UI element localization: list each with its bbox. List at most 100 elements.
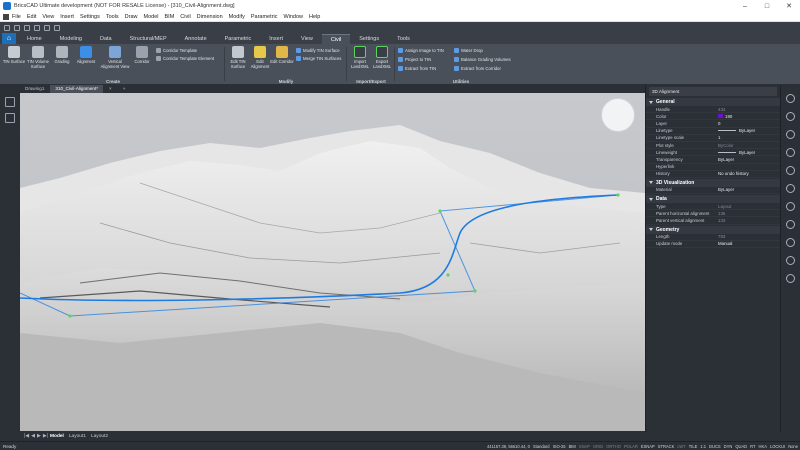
lightbulb-icon[interactable] — [786, 94, 795, 103]
menu-window[interactable]: Window — [283, 14, 303, 20]
status-toggle-snap[interactable]: SNAP — [579, 444, 590, 449]
status-toggle-standard[interactable]: Standard — [533, 444, 550, 449]
corridor-template-element-button[interactable]: Corridor Template Element — [156, 56, 214, 61]
doc-tab-civil-alignment[interactable]: 310_Civil-Alignment* — [50, 85, 104, 93]
property-row-parent-horizontal-alignment[interactable]: Parent horizontal alignment 136 — [646, 210, 780, 218]
edit-tin-surface-button[interactable]: Edit TIN Surface — [226, 46, 250, 69]
tab-civil[interactable]: Civil — [321, 34, 351, 44]
model-viewport[interactable] — [20, 93, 645, 431]
corridor-button[interactable]: Corridor — [130, 46, 154, 64]
tin-surface-button[interactable]: TIN Surface — [2, 46, 26, 64]
new-doc-tab-icon[interactable]: + — [118, 85, 131, 93]
tab-insert[interactable]: Insert — [260, 34, 292, 44]
merge-tin-surfaces-button[interactable]: Merge TIN Surfaces — [296, 56, 341, 61]
tab-annotate[interactable]: Annotate — [176, 34, 216, 44]
grading-button[interactable]: Grading — [50, 46, 74, 64]
save-icon[interactable] — [24, 24, 30, 31]
edit-corridor-button[interactable]: Edit Corridor — [270, 46, 294, 64]
status-toggle-hka[interactable]: HKA — [759, 444, 767, 449]
navigation-wheel[interactable] — [601, 98, 635, 132]
property-row-handle[interactable]: Handle 434 — [646, 106, 780, 114]
menu-edit[interactable]: Edit — [27, 14, 36, 20]
tab-modeling[interactable]: Modeling — [51, 34, 91, 44]
undo-icon[interactable] — [44, 24, 50, 31]
structure-icon[interactable] — [786, 130, 795, 139]
maximize-icon[interactable]: □ — [756, 0, 778, 12]
alignment-vertex[interactable] — [473, 289, 477, 293]
status-toggle-grid[interactable]: GRID — [593, 444, 603, 449]
mechanical-icon[interactable] — [786, 148, 795, 157]
menu-bim[interactable]: BIM — [165, 14, 175, 20]
property-row-linetype[interactable]: Linetype ByLayer — [646, 128, 780, 135]
tab-data[interactable]: Data — [91, 34, 121, 44]
property-row-layer[interactable]: Layer 0 — [646, 120, 780, 128]
status-toggle-1-1[interactable]: 1:1 — [700, 444, 706, 449]
property-row-hyperlink[interactable]: Hyperlink — [646, 164, 780, 171]
layout-tab-layout2[interactable]: Layout2 — [91, 434, 108, 439]
property-row-parent-vertical-alignment[interactable]: Parent vertical alignment 133 — [646, 217, 780, 225]
status-toggle-bim[interactable]: BIM — [569, 444, 576, 449]
grid-icon[interactable] — [786, 166, 795, 175]
alignment-vertex[interactable] — [68, 314, 72, 318]
alignment-button[interactable]: Alignment — [74, 46, 98, 64]
layers-stack-icon[interactable] — [786, 202, 795, 211]
menu-dimension[interactable]: Dimension — [197, 14, 223, 20]
menu-view[interactable]: View — [42, 14, 54, 20]
tab-view[interactable]: View — [292, 34, 322, 44]
alignment-vertex[interactable] — [438, 209, 442, 213]
menu-draw[interactable]: Draw — [125, 14, 138, 20]
alignment-vertex[interactable] — [446, 273, 450, 277]
properties-icon[interactable] — [786, 112, 795, 121]
status-toggle-none[interactable]: None — [788, 444, 798, 449]
minimize-icon[interactable]: – — [734, 0, 756, 12]
property-row-transparency[interactable]: Transparency ByLayer — [646, 156, 780, 164]
status-toggle-strack[interactable]: STRACK — [658, 444, 675, 449]
menu-parametric[interactable]: Parametric — [251, 14, 278, 20]
close-doc-tab-icon[interactable]: × — [104, 85, 117, 93]
edit-alignment-button[interactable]: Edit Alignment — [248, 46, 272, 69]
new-icon[interactable] — [4, 24, 10, 31]
tab-tools[interactable]: Tools — [388, 34, 419, 44]
status-toggle-dyn[interactable]: DYN — [724, 444, 733, 449]
property-row-color[interactable]: Color 190 — [646, 113, 780, 121]
last-layout-icon[interactable]: ▶| — [43, 433, 48, 439]
selection-dropdown[interactable]: 3D Alignment — [649, 87, 777, 96]
tips-icon[interactable] — [786, 256, 795, 265]
status-toggle-tile[interactable]: TILE — [689, 444, 698, 449]
library-icon[interactable] — [786, 238, 795, 247]
water-drop-button[interactable]: Water Drop — [454, 48, 483, 53]
layout-tab-layout1[interactable]: Layout1 — [69, 434, 86, 439]
first-layout-icon[interactable]: |◀ — [24, 433, 29, 439]
property-row-lineweight[interactable]: Lineweight ByLayer — [646, 149, 780, 157]
status-toggle-lockui[interactable]: LOCKUI — [770, 444, 785, 449]
property-row-linetype-scale[interactable]: Linetype scale 1 — [646, 135, 780, 142]
property-row-plot-style[interactable]: Plot style ByColor — [646, 142, 780, 150]
status-toggle-ducs[interactable]: DUCS — [709, 444, 721, 449]
corridor-template-button[interactable]: Corridor Template — [156, 48, 197, 53]
section-3d-visualization[interactable]: 3D Visualization — [646, 178, 780, 187]
next-layout-icon[interactable]: ▶ — [37, 433, 41, 439]
property-row-material[interactable]: Material ByLayer — [646, 187, 780, 195]
extract-from-corridor-button[interactable]: Extract from Corridor — [454, 66, 501, 71]
prev-layout-icon[interactable]: ◀ — [31, 433, 35, 439]
cube-icon[interactable] — [786, 220, 795, 229]
menu-model[interactable]: Model — [144, 14, 159, 20]
menu-civil[interactable]: Civil — [180, 14, 190, 20]
section-general[interactable]: General — [646, 98, 780, 106]
import-landxml-button[interactable]: Import LandXML — [348, 46, 372, 69]
property-row-length[interactable]: Length 783 — [646, 234, 780, 241]
layout-tab-model[interactable]: Model — [50, 434, 64, 439]
status-toggle-ortho[interactable]: ORTHO — [606, 444, 621, 449]
modify-tin-surface-button[interactable]: Modify TIN Surface — [296, 48, 340, 53]
tab-parametric[interactable]: Parametric — [216, 34, 261, 44]
home-icon[interactable] — [5, 97, 15, 107]
menu-settings[interactable]: Settings — [80, 14, 100, 20]
alignment-vertex[interactable] — [616, 193, 620, 197]
export-landxml-button[interactable]: Export LandXML — [370, 46, 394, 69]
tin-volume-surface-button[interactable]: TIN Volume Surface — [26, 46, 50, 69]
menu-tools[interactable]: Tools — [106, 14, 119, 20]
section-data[interactable]: Data — [646, 195, 780, 204]
section-geometry[interactable]: Geometry — [646, 225, 780, 234]
menu-help[interactable]: Help — [309, 14, 320, 20]
extract-from-tin-button[interactable]: Extract from TIN — [398, 66, 436, 71]
